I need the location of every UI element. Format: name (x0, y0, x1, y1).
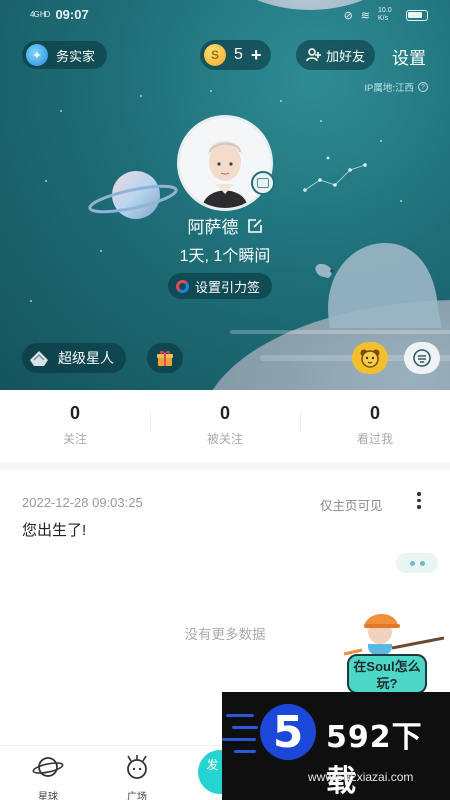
stat-visitors[interactable]: 0 看过我 (300, 395, 450, 455)
bear-mascot-button[interactable] (352, 342, 388, 374)
stat-following[interactable]: 0 关注 (0, 395, 150, 455)
comment-button[interactable] (396, 553, 438, 573)
watermark-url: www.592xiazai.com (308, 770, 414, 784)
gravity-tag-button[interactable]: 设置引力签 (168, 273, 273, 299)
stat-value: 0 (219, 403, 230, 423)
follow-stats: 0 关注 0 被关注 0 看过我 (0, 395, 450, 455)
net-speed: 10.0 K/s (378, 7, 392, 22)
post-visibility: 仅主页可见 (320, 499, 383, 513)
coin-count: 5 (234, 46, 243, 63)
more-options-icon[interactable] (412, 492, 426, 512)
square-icon (127, 755, 147, 779)
post-text: 您出生了! (22, 522, 87, 539)
compass-button[interactable] (404, 342, 440, 374)
nav-planet-label: 星球 (38, 792, 58, 800)
post-timestamp: 2022-12-28 09:03:25 (22, 495, 143, 510)
magnet-icon (176, 279, 189, 293)
worker-bee-badge[interactable]: ✦ 务实家 (22, 41, 108, 69)
star-ship-icon (30, 351, 48, 366)
super-star-label: 超级星人 (58, 350, 114, 366)
gravity-tag-label: 设置引力签 (195, 279, 261, 295)
compass-icon (413, 349, 431, 367)
status-time: 09:07 (55, 7, 89, 22)
super-star-button[interactable]: 超级星人 (22, 343, 126, 373)
signal-icon: 4G HD (30, 10, 50, 19)
bee-icon: ✦ (26, 44, 48, 66)
settings-button[interactable]: 设置 (392, 44, 426, 69)
watermark-logo: 5 (260, 704, 316, 760)
status-bar: 4G HD 09:07 ⊘ ≋ 10.0 K/s (0, 0, 450, 28)
watermark-brand: 592下载 (326, 720, 423, 799)
name-row: 阿萨德 (0, 213, 450, 238)
guide-bubble[interactable]: 在Soul怎么玩? (347, 654, 427, 694)
planet-icon (32, 757, 64, 777)
stat-label: 看过我 (356, 432, 393, 446)
mute-icon: ⊘ (343, 9, 353, 22)
battery-icon (406, 9, 428, 21)
add-friend-button[interactable]: 加好友 (296, 40, 376, 70)
nav-square-label: 广场 (127, 792, 147, 800)
gift-button[interactable] (147, 343, 183, 373)
nav-square[interactable]: 广场 (107, 754, 167, 800)
stat-value: 0 (369, 403, 380, 423)
seal-mascot (315, 243, 442, 328)
profile-hero: 4G HD 09:07 ⊘ ≋ 10.0 K/s ✦ 务实家 S 5 + 加好友… (0, 0, 450, 390)
add-user-icon (306, 48, 321, 62)
worker-bee-label: 务实家 (56, 48, 96, 64)
stat-value: 0 (69, 403, 80, 423)
gift-icon (157, 351, 173, 366)
stat-label: 关注 (62, 432, 87, 446)
bear-icon (360, 349, 380, 368)
help-icon[interactable]: ? (418, 82, 428, 92)
watermark-592xiazai: 5 592下载 www.592xiazai.com (222, 692, 450, 800)
wifi-icon: ≋ (360, 9, 370, 22)
add-friend-label: 加好友 (326, 48, 366, 64)
avatar[interactable] (177, 115, 273, 211)
user-name: 阿萨德 (187, 218, 239, 237)
section-divider (0, 462, 450, 470)
constellation-decoration (303, 156, 367, 192)
stat-label: 被关注 (206, 432, 243, 446)
nav-planet[interactable]: 星球 (18, 754, 78, 800)
coin-balance-button[interactable]: S 5 + (200, 40, 272, 70)
stat-followers[interactable]: 0 被关注 (150, 395, 300, 455)
plus-icon: + (250, 44, 262, 65)
ip-location-text: IP属地:江西 (364, 83, 414, 94)
avatar-illustration (180, 118, 270, 208)
avatar-frame-icon[interactable] (251, 171, 275, 195)
ip-location: IP属地:江西 ? (364, 80, 428, 94)
edit-icon[interactable] (247, 218, 263, 234)
coin-icon: S (204, 44, 226, 66)
